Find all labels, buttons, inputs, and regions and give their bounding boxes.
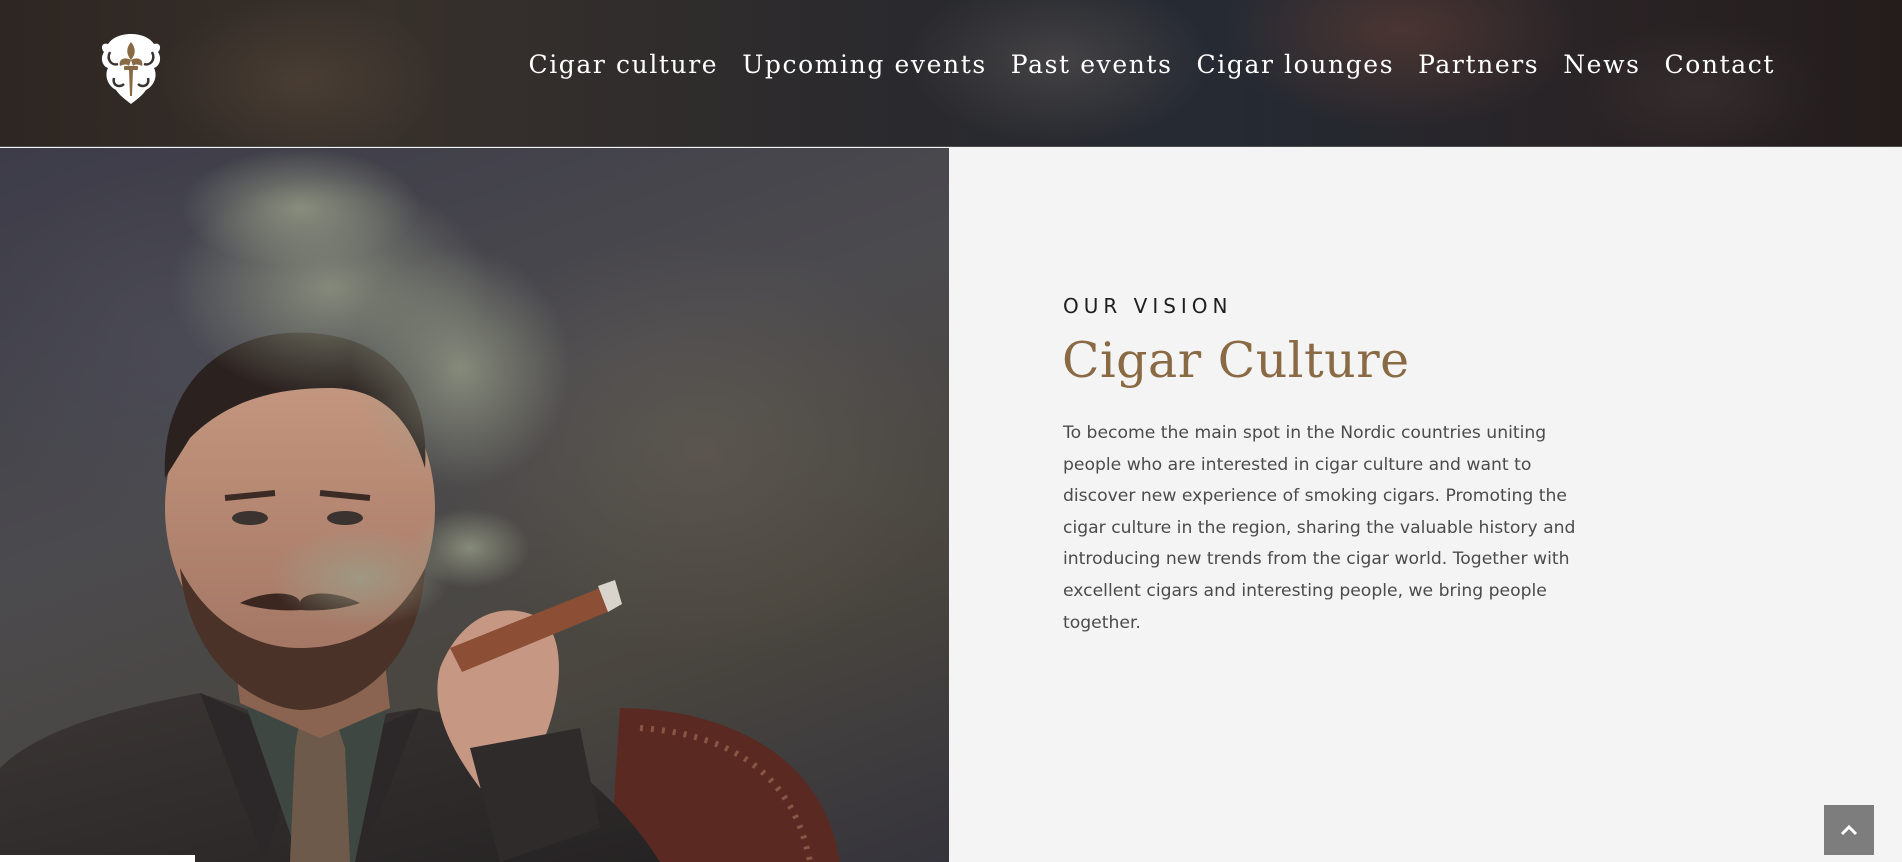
section-body-text: To become the main spot in the Nordic co… — [1063, 423, 1576, 633]
nav-item-cigar-lounges[interactable]: Cigar lounges — [1185, 50, 1407, 79]
site-header: Cigar culture Upcoming events Past event… — [0, 0, 1902, 147]
nav-item-cigar-culture[interactable]: Cigar culture — [516, 50, 730, 79]
nav-item-upcoming-events[interactable]: Upcoming events — [730, 50, 999, 79]
chevron-up-icon — [1840, 824, 1858, 836]
nav-item-partners[interactable]: Partners — [1406, 50, 1551, 79]
vision-section: OUR VISION Cigar Culture To become the m… — [949, 148, 1902, 862]
back-to-top-button[interactable] — [1824, 805, 1874, 855]
fleur-de-lis-crest-icon[interactable] — [98, 30, 164, 106]
main-nav: Cigar culture Upcoming events Past event… — [516, 50, 1787, 79]
nav-item-news[interactable]: News — [1551, 50, 1652, 79]
section-title: Cigar Culture — [1062, 332, 1410, 389]
nav-item-contact[interactable]: Contact — [1653, 50, 1787, 79]
section-eyebrow: OUR VISION — [1063, 294, 1233, 318]
hero-image-man-smoking-cigar — [0, 148, 949, 862]
nav-item-past-events[interactable]: Past events — [999, 50, 1185, 79]
slider-indicator — [0, 855, 195, 862]
